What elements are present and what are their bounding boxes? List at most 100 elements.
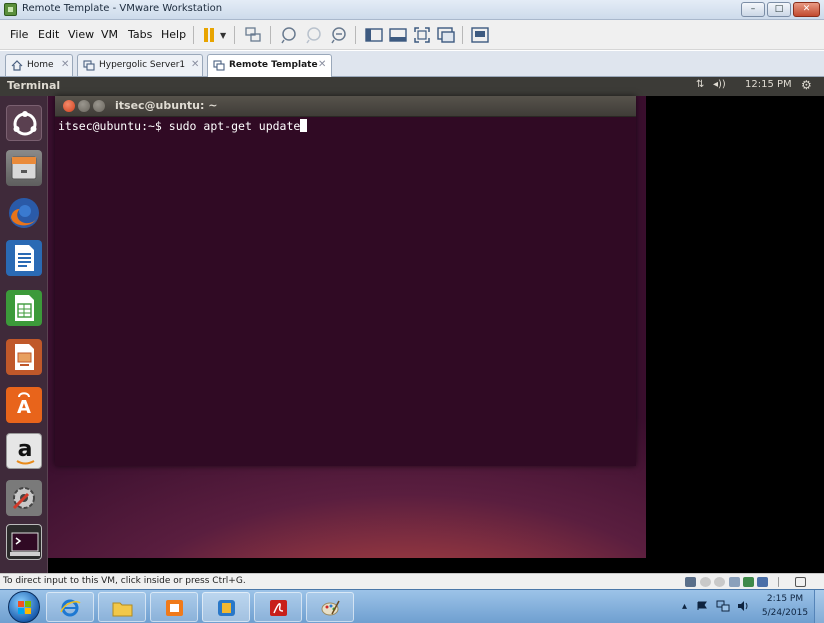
terminal-window[interactable]: itsec@ubuntu: ~ itsec@ubuntu:~$ sudo apt… — [55, 96, 636, 466]
taskbar-acrobat-reader[interactable] — [254, 592, 302, 622]
terminal-icon — [10, 532, 40, 556]
amazon-smile-icon — [16, 460, 35, 465]
ubuntu-logo-icon — [13, 111, 37, 136]
message-log-icon[interactable] — [795, 577, 806, 587]
toolbar-separator — [270, 26, 271, 44]
usb-device-icon[interactable] — [743, 577, 754, 587]
full-screen-icon[interactable] — [412, 25, 432, 45]
vmware-workstation-window: Remote Template - VMware Workstation – □… — [0, 0, 824, 623]
action-center-flag-icon[interactable] — [697, 601, 709, 611]
minimize-button[interactable]: – — [741, 2, 765, 17]
toolbar-separator — [355, 26, 356, 44]
vmware-app-icon — [4, 3, 17, 16]
taskbar-vmware-workstation[interactable] — [150, 592, 198, 622]
text-cursor — [300, 119, 308, 132]
sound-card-icon[interactable] — [757, 577, 768, 587]
volume-tray-icon[interactable] — [737, 600, 750, 612]
cd-drive-icon[interactable] — [700, 577, 711, 587]
menu-view[interactable]: View — [68, 28, 94, 41]
network-adapter-icon[interactable] — [685, 577, 696, 587]
home-icon — [11, 60, 23, 71]
show-desktop-button[interactable] — [814, 590, 824, 623]
typed-command: sudo apt-get update — [168, 119, 301, 133]
launcher-impress[interactable] — [6, 339, 42, 375]
libreoffice-calc-icon — [15, 295, 34, 321]
menu-file[interactable]: File — [10, 28, 28, 41]
tab-close-icon[interactable]: ✕ — [318, 59, 326, 70]
launcher-terminal[interactable] — [6, 524, 42, 560]
terminal-minimize-icon[interactable] — [78, 100, 90, 112]
toolbar-separator — [193, 26, 194, 44]
taskbar-file-explorer[interactable] — [98, 592, 146, 622]
show-thumbnail-icon[interactable] — [388, 25, 408, 45]
file-cabinet-icon — [11, 156, 37, 180]
software-center-letter: A — [17, 397, 31, 418]
settings-wrench-icon — [12, 487, 35, 510]
windows-logo-icon — [18, 601, 31, 614]
close-button[interactable]: ✕ — [793, 2, 820, 17]
window-title: Remote Template - VMware Workstation — [22, 3, 223, 14]
toolbar-separator — [234, 26, 235, 44]
launcher-firefox[interactable] — [6, 195, 42, 231]
launcher-amazon[interactable]: a — [6, 433, 42, 469]
tab-close-icon[interactable]: ✕ — [191, 59, 199, 70]
show-hidden-icons-button[interactable]: ▴ — [682, 601, 687, 612]
tray-clock-time[interactable]: 2:15 PM — [760, 594, 810, 604]
power-dropdown-icon[interactable]: ▼ — [220, 31, 226, 40]
vm-tab-bar: Home ✕ Hypergolic Server1 ✕ Remote Templ… — [0, 51, 824, 77]
terminal-close-icon[interactable] — [63, 100, 75, 112]
network-icon[interactable]: ⇅ — [696, 79, 704, 90]
launcher-calc[interactable] — [6, 290, 42, 326]
show-library-icon[interactable] — [364, 25, 384, 45]
menu-tabs[interactable]: Tabs — [128, 28, 152, 41]
active-app-title: Terminal — [7, 79, 61, 92]
terminal-titlebar[interactable]: itsec@ubuntu: ~ — [55, 96, 636, 117]
tab-label: Home — [27, 60, 54, 70]
snapshot-revert-icon[interactable] — [304, 25, 324, 45]
status-hint: To direct input to this VM, click inside… — [3, 576, 246, 586]
acrobat-icon — [270, 600, 287, 616]
cd-drive-icon[interactable] — [714, 577, 725, 587]
firefox-icon — [9, 198, 39, 228]
tab-close-icon[interactable]: ✕ — [61, 59, 69, 70]
snapshot-take-icon[interactable] — [279, 25, 299, 45]
terminal-output[interactable]: itsec@ubuntu:~$ sudo apt-get update — [58, 119, 308, 133]
menu-help[interactable]: Help — [161, 28, 186, 41]
tab-remote-template[interactable]: Remote Template ✕ — [207, 54, 332, 77]
pause-vm-icon[interactable] — [202, 28, 216, 42]
launcher-system-settings[interactable] — [6, 480, 42, 516]
internet-explorer-icon — [60, 599, 81, 617]
vm-icon — [213, 60, 225, 71]
vm-display-border — [0, 558, 646, 573]
dash-home-button[interactable] — [6, 105, 42, 141]
unity-mode-icon[interactable] — [436, 25, 456, 45]
menu-vm[interactable]: VM — [101, 28, 118, 41]
taskbar-paint[interactable] — [306, 592, 354, 622]
volume-icon[interactable]: ◂)) — [713, 79, 726, 90]
menu-edit[interactable]: Edit — [38, 28, 59, 41]
folder-icon — [112, 602, 133, 617]
vm-icon — [83, 60, 95, 71]
tray-clock-date[interactable]: 5/24/2015 — [760, 608, 810, 618]
launcher-files[interactable] — [6, 150, 42, 186]
start-button[interactable] — [8, 591, 40, 623]
console-view-icon[interactable] — [470, 25, 490, 45]
network-tray-icon[interactable] — [716, 600, 730, 612]
vsphere-icon — [218, 600, 235, 616]
gear-icon[interactable]: ⚙ — [801, 78, 812, 92]
snapshot-manager-icon[interactable] — [329, 25, 349, 45]
libreoffice-impress-icon — [15, 344, 34, 370]
maximize-button[interactable]: □ — [767, 2, 791, 17]
floppy-icon[interactable] — [729, 577, 740, 587]
tab-hypergolic-server1[interactable]: Hypergolic Server1 ✕ — [77, 54, 203, 76]
tab-home[interactable]: Home ✕ — [5, 54, 73, 76]
launcher-software-center[interactable]: A — [6, 387, 42, 423]
panel-clock[interactable]: 12:15 PM — [745, 79, 792, 90]
launcher-writer[interactable] — [6, 240, 42, 276]
terminal-maximize-icon[interactable] — [93, 100, 105, 112]
taskbar-internet-explorer[interactable] — [46, 592, 94, 622]
taskbar-vsphere-client[interactable] — [202, 592, 250, 622]
terminal-title: itsec@ubuntu: ~ — [115, 99, 218, 112]
tab-label: Remote Template — [229, 60, 318, 70]
send-ctrl-alt-del-icon[interactable] — [243, 25, 263, 45]
